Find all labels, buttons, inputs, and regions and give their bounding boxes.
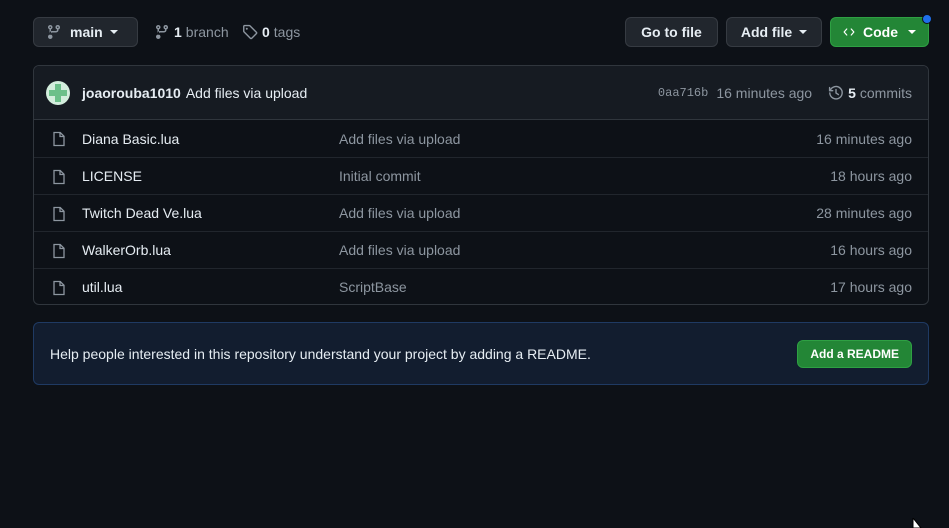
file-row[interactable]: LICENSE Initial commit 18 hours ago bbox=[34, 157, 928, 194]
git-branch-icon bbox=[156, 25, 168, 39]
file-name[interactable]: WalkerOrb.lua bbox=[82, 242, 171, 258]
file-age: 28 minutes ago bbox=[816, 205, 912, 221]
file-icon bbox=[53, 280, 65, 296]
file-icon bbox=[53, 243, 65, 259]
file-browser: joaorouba1010 Add files via upload 0aa71… bbox=[33, 65, 929, 305]
file-row[interactable]: WalkerOrb.lua Add files via upload 16 ho… bbox=[34, 231, 928, 268]
tag-word: tags bbox=[273, 24, 301, 40]
chevron-down-icon bbox=[109, 30, 118, 34]
go-to-file-button[interactable]: Go to file bbox=[625, 17, 718, 47]
file-commit-message[interactable]: Add files via upload bbox=[339, 242, 460, 258]
file-name[interactable]: Twitch Dead Ve.lua bbox=[82, 205, 202, 221]
file-age: 16 minutes ago bbox=[816, 130, 912, 147]
repo-toolbar: main 1 branch 0 tags Go to file Add file… bbox=[33, 14, 932, 49]
branch-word: branch bbox=[185, 24, 229, 40]
add-file-button[interactable]: Add file bbox=[726, 17, 822, 47]
branches-link[interactable]: 1 branch bbox=[154, 17, 229, 47]
file-row[interactable]: Twitch Dead Ve.lua Add files via upload … bbox=[34, 194, 928, 231]
commits-link[interactable]: 5 commits bbox=[828, 85, 912, 101]
branch-count: 1 bbox=[174, 24, 182, 40]
file-icon bbox=[53, 206, 65, 222]
file-commit-message[interactable]: Add files via upload bbox=[339, 131, 460, 147]
add-readme-label: Add a README bbox=[810, 346, 899, 361]
branch-select-button[interactable]: main bbox=[33, 17, 138, 47]
file-icon bbox=[53, 131, 65, 147]
file-age: 18 hours ago bbox=[830, 168, 912, 184]
file-name[interactable]: util.lua bbox=[82, 279, 122, 295]
commit-message[interactable]: Add files via upload bbox=[186, 85, 307, 101]
file-row[interactable]: Diana Basic.lua Add files via upload 16 … bbox=[34, 120, 928, 157]
file-name[interactable]: LICENSE bbox=[82, 168, 142, 184]
file-row[interactable]: util.lua ScriptBase 17 hours ago bbox=[34, 268, 928, 304]
add-file-label: Add file bbox=[740, 24, 793, 40]
readme-prompt-text: Help people interested in this repositor… bbox=[50, 345, 591, 362]
history-icon bbox=[828, 85, 843, 100]
branch-name: main bbox=[70, 24, 103, 40]
tag-count: 0 bbox=[262, 24, 270, 40]
file-age: 17 hours ago bbox=[830, 279, 912, 295]
commit-sha[interactable]: 0aa716b bbox=[658, 86, 708, 100]
avatar[interactable] bbox=[46, 80, 70, 105]
git-branch-icon bbox=[48, 25, 60, 39]
code-label: Code bbox=[863, 24, 898, 40]
notification-dot bbox=[922, 14, 932, 24]
go-to-file-label: Go to file bbox=[641, 24, 702, 40]
tag-icon bbox=[243, 24, 258, 40]
code-button[interactable]: Code bbox=[830, 14, 932, 47]
file-icon bbox=[53, 169, 65, 185]
commit-author[interactable]: joaorouba1010 bbox=[82, 85, 181, 101]
chevron-down-icon bbox=[908, 30, 916, 34]
file-commit-message[interactable]: Initial commit bbox=[339, 168, 421, 184]
add-readme-button[interactable]: Add a README bbox=[797, 339, 912, 368]
latest-commit-bar: joaorouba1010 Add files via upload 0aa71… bbox=[34, 66, 928, 120]
code-icon bbox=[843, 28, 855, 36]
file-commit-message[interactable]: Add files via upload bbox=[339, 205, 460, 221]
commit-count: 5 bbox=[848, 84, 856, 101]
file-list: Diana Basic.lua Add files via upload 16 … bbox=[34, 120, 928, 304]
readme-banner: Help people interested in this repositor… bbox=[33, 322, 929, 385]
file-age: 16 hours ago bbox=[830, 242, 912, 258]
commit-word: commits bbox=[859, 84, 912, 101]
mouse-cursor-icon bbox=[912, 518, 922, 528]
file-commit-message[interactable]: ScriptBase bbox=[339, 279, 407, 295]
chevron-down-icon bbox=[799, 30, 808, 34]
commit-meta: 0aa716b 16 minutes ago 5 commits bbox=[658, 85, 912, 101]
commit-time: 16 minutes ago bbox=[716, 84, 813, 101]
file-name[interactable]: Diana Basic.lua bbox=[82, 131, 179, 147]
tags-link[interactable]: 0 tags bbox=[242, 17, 300, 47]
